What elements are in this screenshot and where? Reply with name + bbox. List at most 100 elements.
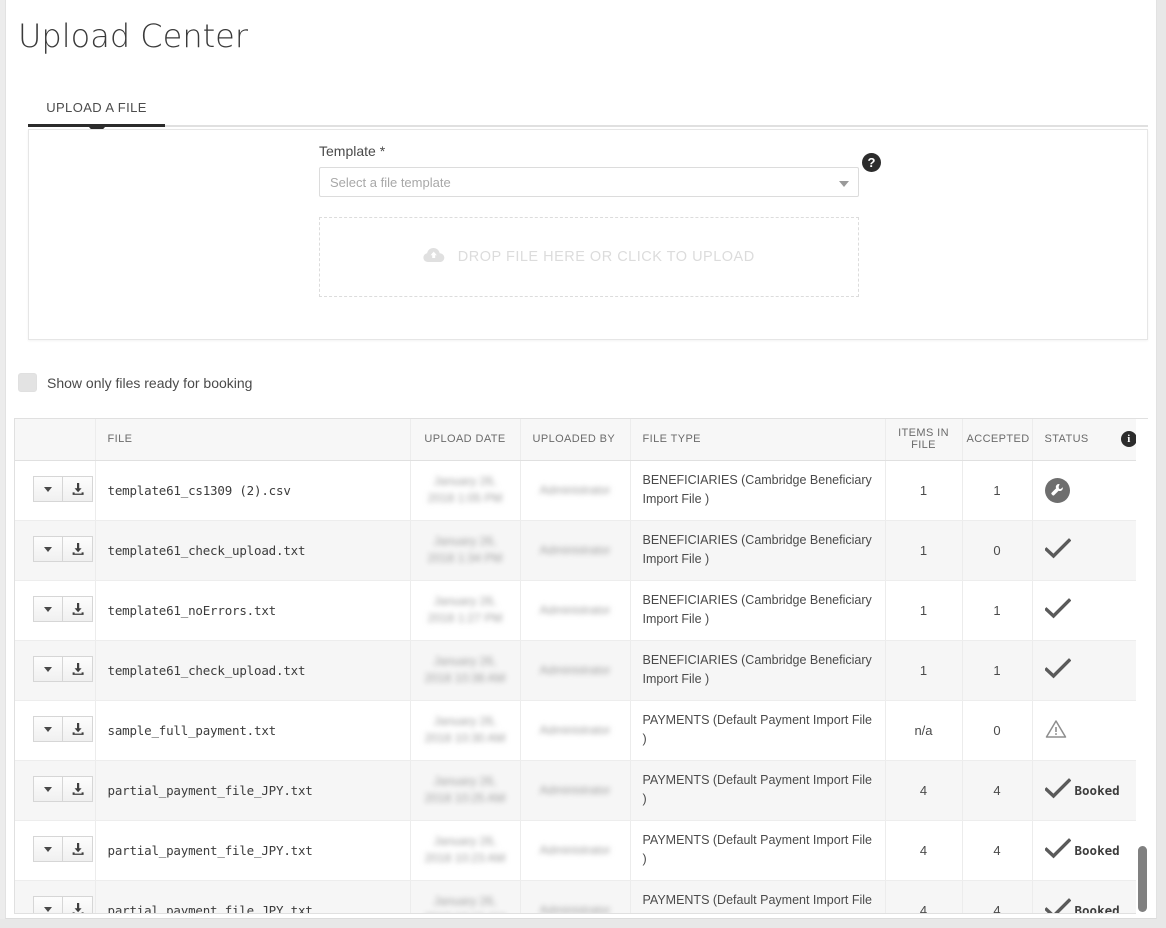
cell-items-in-file: 4	[885, 760, 963, 821]
status-text: Booked	[1074, 902, 1120, 914]
row-download-button[interactable]	[63, 775, 93, 802]
cell-file: template61_cs1309 (2).csv	[95, 460, 411, 521]
file-dropzone[interactable]: DROP FILE HERE OR CLICK TO UPLOAD	[319, 217, 859, 297]
check-icon	[1043, 657, 1071, 683]
row-menu-button[interactable]	[33, 715, 63, 742]
row-menu-button[interactable]	[33, 535, 63, 562]
cell-status	[1032, 700, 1147, 761]
cell-file-type: PAYMENTS (Default Payment Import File )	[630, 820, 886, 881]
column-header-file[interactable]: FILE	[95, 419, 411, 461]
tab-bar: UPLOAD A FILE	[28, 100, 1148, 136]
table-row[interactable]: template61_check_upload.txt January 26, 20…	[15, 640, 1147, 701]
check-icon	[1043, 597, 1071, 623]
file-type: PAYMENTS (Default Payment Import File )	[642, 833, 872, 866]
row-menu-button[interactable]	[33, 595, 63, 622]
file-name: sample_full_payment.txt	[107, 722, 277, 738]
column-header-accepted[interactable]: ACCEPTED	[962, 419, 1033, 461]
file-dropzone-content: DROP FILE HERE OR CLICK TO UPLOAD	[320, 247, 858, 267]
column-header-status-label: STATUS	[1044, 433, 1089, 446]
row-download-button[interactable]	[63, 595, 93, 622]
uploaded-by: Administrator	[539, 543, 611, 557]
ready-for-booking-filter[interactable]: Show only files ready for booking	[18, 373, 252, 392]
cell-file-type: PAYMENTS (Default Payment Import File )	[630, 880, 886, 913]
row-download-button[interactable]	[63, 535, 93, 562]
ready-for-booking-checkbox[interactable]	[18, 373, 37, 392]
file-type: BENEFICIARIES (Cambridge Beneficiary Imp…	[642, 593, 872, 626]
row-actions-cell	[15, 760, 96, 821]
column-header-status[interactable]: STATUS i	[1032, 419, 1147, 461]
column-header-file-type[interactable]: FILE TYPE	[630, 419, 886, 461]
row-download-button[interactable]	[63, 475, 93, 502]
chevron-down-icon	[839, 181, 849, 187]
cell-items-in-file: 1	[885, 460, 963, 521]
row-download-button[interactable]	[63, 895, 93, 913]
cell-file: partial_payment_file_JPY.txt	[95, 760, 411, 821]
cell-file: template61_check_upload.txt	[95, 640, 411, 701]
cell-accepted: 4	[962, 880, 1033, 913]
file-name: partial_payment_file_JPY.txt	[107, 902, 313, 914]
upload-date: January 26, 2018 1:27 PM	[427, 594, 503, 625]
file-name: partial_payment_file_JPY.txt	[107, 842, 313, 858]
wrench-badge-icon	[1044, 477, 1070, 503]
chevron-down-icon	[44, 906, 52, 912]
status-text: Booked	[1074, 782, 1120, 798]
page-right-gutter	[1157, 0, 1166, 928]
cell-status	[1032, 520, 1147, 581]
row-menu-button[interactable]	[33, 835, 63, 862]
cell-uploaded-by: Administrator	[520, 760, 631, 821]
cell-uploaded-by: Administrator	[520, 700, 631, 761]
table-row[interactable]: sample_full_payment.txt January 26, 2018 1…	[15, 700, 1147, 761]
row-menu-button[interactable]	[33, 655, 63, 682]
status-text: Booked	[1074, 842, 1120, 858]
template-select[interactable]: Select a file template	[319, 167, 859, 197]
row-download-button[interactable]	[63, 655, 93, 682]
row-menu-button[interactable]	[33, 775, 63, 802]
chevron-down-icon	[44, 786, 52, 792]
cell-file: template61_check_upload.txt	[95, 520, 411, 581]
table-row[interactable]: template61_check_upload.txt January 26, 20…	[15, 520, 1147, 581]
check-icon	[1043, 537, 1071, 563]
cell-status: Booked	[1032, 760, 1147, 821]
column-header-items-in-file[interactable]: ITEMS IN FILE	[885, 419, 963, 461]
table-row[interactable]: template61_cs1309 (2).csv January 26, 2018…	[15, 460, 1147, 521]
cell-upload-date: January 26, 2018 1:34 PM	[410, 520, 521, 581]
cell-status: Booked	[1032, 820, 1147, 881]
chevron-down-icon	[44, 546, 52, 552]
cell-items-in-file: 4	[885, 820, 963, 881]
chevron-down-icon	[44, 666, 52, 672]
upload-date: January 26, 2018 10:30 AM	[424, 714, 506, 745]
row-actions-cell	[15, 460, 96, 521]
template-select-placeholder: Select a file template	[330, 175, 451, 190]
column-header-uploaded-by[interactable]: UPLOADED BY	[520, 419, 631, 461]
info-icon[interactable]: i	[1121, 431, 1137, 448]
chevron-down-icon	[44, 726, 52, 732]
check-icon	[1043, 777, 1071, 803]
question-mark-icon[interactable]: ?	[862, 153, 881, 172]
cell-items-in-file: 1	[885, 520, 963, 581]
row-download-button[interactable]	[63, 715, 93, 742]
tab-upload-a-file[interactable]: UPLOAD A FILE	[28, 100, 165, 123]
template-label: Template *	[319, 143, 386, 159]
table-row[interactable]: partial_payment_file_JPY.txt January 26,2…	[15, 880, 1147, 914]
table-row[interactable]: template61_noErrors.txt January 26, 2018 1…	[15, 580, 1147, 641]
cell-file-type: BENEFICIARIES (Cambridge Beneficiary Imp…	[630, 640, 886, 701]
cell-file-type: PAYMENTS (Default Payment Import File )	[630, 700, 886, 761]
row-menu-button[interactable]	[33, 475, 63, 502]
cell-items-in-file: n/a	[885, 700, 963, 761]
row-actions-cell	[15, 820, 96, 881]
column-header-upload-date[interactable]: UPLOAD DATE	[410, 419, 521, 461]
cell-uploaded-by: Administrator	[520, 640, 631, 701]
table-row[interactable]: partial_payment_file_JPY.txt January 26,2…	[15, 820, 1147, 881]
row-actions-cell	[15, 580, 96, 641]
row-actions-cell	[15, 520, 96, 581]
table-scrollbar-track[interactable]	[1136, 419, 1148, 914]
cell-accepted: 0	[962, 700, 1033, 761]
table-row[interactable]: partial_payment_file_JPY.txt January 26,2…	[15, 760, 1147, 821]
row-download-button[interactable]	[63, 835, 93, 862]
table-scrollbar-thumb[interactable]	[1138, 846, 1147, 912]
file-type: PAYMENTS (Default Payment Import File )	[642, 773, 872, 806]
file-dropzone-label: DROP FILE HERE OR CLICK TO UPLOAD	[457, 248, 755, 265]
row-menu-button[interactable]	[33, 895, 63, 913]
cell-upload-date: January 26, 2018 1:27 PM	[410, 580, 521, 641]
cell-upload-date: January 26, 2018 10:38 AM	[410, 640, 521, 701]
